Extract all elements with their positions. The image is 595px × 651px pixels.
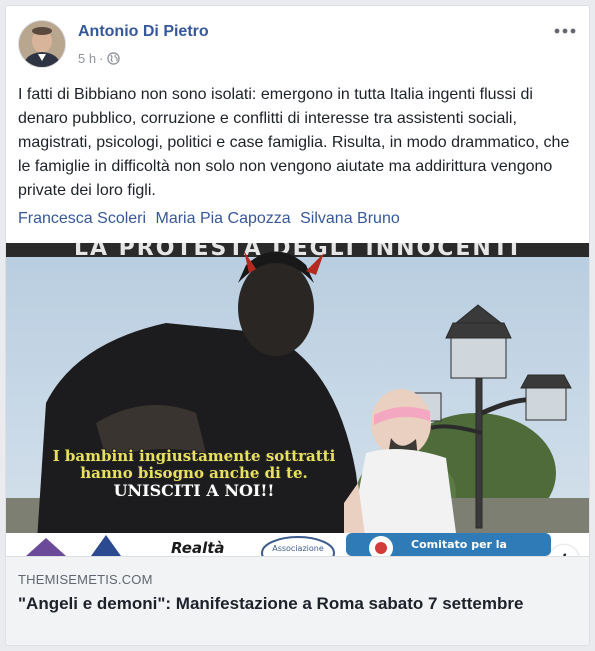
tag-link[interactable]: Maria Pia Capozza: [156, 210, 291, 227]
globe-icon[interactable]: [107, 52, 121, 65]
link-preview[interactable]: THEMISEMETIS.COM "Angeli e demoni": Mani…: [6, 556, 589, 645]
link-title[interactable]: "Angeli e demoni": Manifestazione a Roma…: [18, 593, 558, 615]
poster-caption-line: hanno bisogno anche di te.: [80, 464, 308, 482]
logo-label-2: Associazione: [272, 544, 324, 553]
post-text: I fatti di Bibbiano non sono isolati: em…: [18, 86, 570, 199]
tag-link[interactable]: Silvana Bruno: [300, 210, 400, 227]
post-card: Antonio Di Pietro 5 h · I fatti di Bibbi…: [5, 5, 590, 646]
poster-caption-line: I bambini ingiustamente sottratti: [52, 447, 336, 465]
poster-caption-line: UNISCITI A NOI!!: [113, 481, 275, 500]
link-domain: THEMISEMETIS.COM: [18, 572, 153, 587]
logo-label-3: Comitato per la: [411, 538, 507, 551]
more-options-icon[interactable]: [551, 20, 579, 42]
poster-caption: I bambini ingiustamente sottratti hanno …: [24, 447, 364, 500]
tagged-people: Francesca Scoleri Maria Pia Capozza Silv…: [18, 210, 405, 228]
author-avatar[interactable]: [18, 20, 66, 68]
shared-link-image[interactable]: LA PROTESTA DEGLI INNOCENTI Realtà Assoc…: [6, 243, 589, 556]
meta-separator: ·: [99, 51, 104, 66]
post-timestamp[interactable]: 5 h: [78, 51, 96, 66]
poster-illustration: LA PROTESTA DEGLI INNOCENTI Realtà Assoc…: [6, 243, 589, 556]
author-name[interactable]: Antonio Di Pietro: [78, 23, 209, 41]
avatar-image: [19, 21, 65, 67]
post-meta: 5 h ·: [78, 51, 121, 66]
tag-link[interactable]: Francesca Scoleri: [18, 210, 146, 227]
logo-label-1: Realtà: [171, 539, 225, 556]
